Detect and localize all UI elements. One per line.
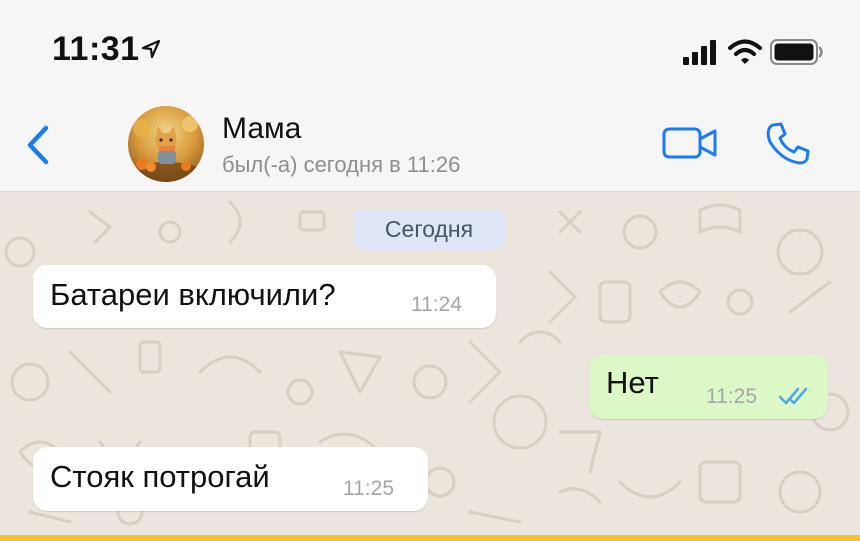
message-time: 11:25 (706, 385, 757, 408)
battery-icon (770, 39, 823, 65)
incoming-message-bubble[interactable]: Батареи включили? 11:24 (33, 265, 496, 328)
phone-call-icon[interactable] (764, 120, 812, 166)
bottom-strip (0, 535, 860, 541)
wifi-icon (728, 39, 762, 64)
cellular-signal-icon (683, 40, 716, 65)
contact-name[interactable]: Мама (222, 112, 301, 146)
contact-last-seen: был(-а) сегодня в 11:26 (222, 152, 461, 177)
location-arrow-icon (141, 39, 161, 59)
message-text: Нет (606, 365, 659, 400)
message-text: Стояк потрогай (50, 459, 270, 494)
double-check-icon (778, 387, 808, 405)
video-call-icon[interactable] (662, 126, 718, 160)
back-button[interactable] (22, 122, 56, 168)
contact-avatar[interactable] (128, 106, 204, 182)
message-time: 11:24 (411, 293, 462, 316)
chat-area: Сегодня Батареи включили? 11:24 Нет 11:2… (0, 192, 860, 535)
status-time: 11:31 (52, 30, 140, 68)
date-separator: Сегодня (353, 209, 505, 249)
status-bar: 11:31 (0, 0, 860, 96)
outgoing-message-bubble[interactable]: Нет 11:25 (589, 355, 828, 419)
message-time: 11:25 (343, 477, 394, 500)
incoming-message-bubble[interactable]: Стояк потрогай 11:25 (33, 447, 428, 511)
chat-header: Мама был(-а) сегодня в 11:26 (0, 96, 860, 192)
message-text: Батареи включили? (50, 277, 336, 312)
